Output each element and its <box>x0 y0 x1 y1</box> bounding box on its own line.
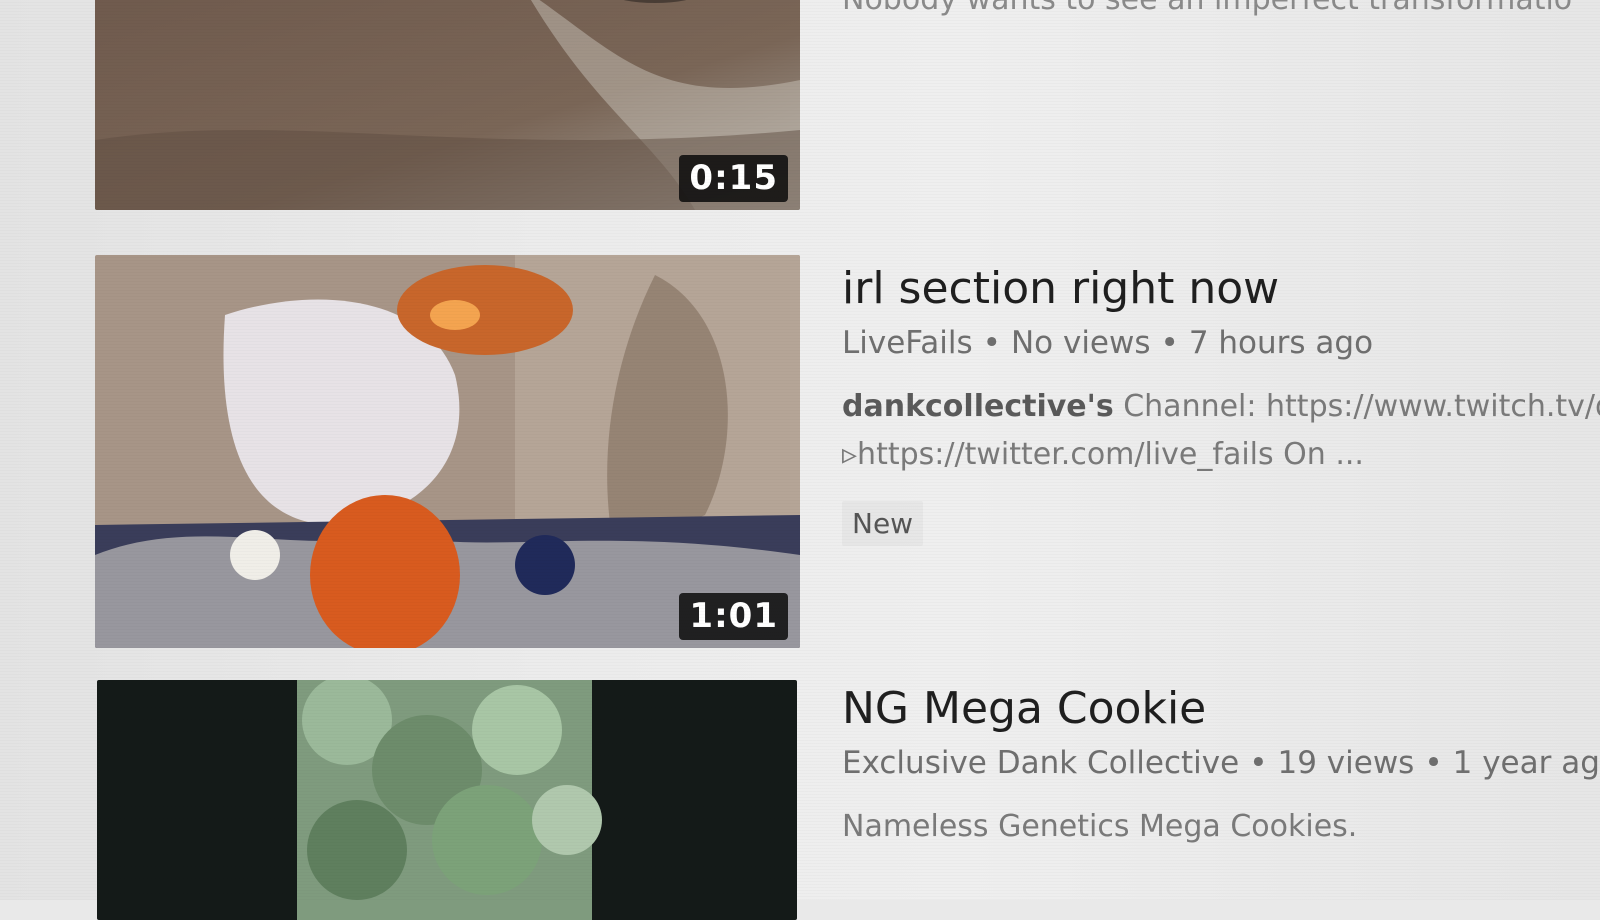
new-badge: New <box>842 501 923 546</box>
duration-badge: 1:01 <box>679 593 788 640</box>
video-result[interactable]: NG Mega Cookie Exclusive Dank Collective… <box>0 680 1600 920</box>
results-page: 0:15 Nobody wants to see an imperfect tr… <box>0 0 1600 920</box>
video-meta: Exclusive Dank Collective • 19 views • 1 yea… <box>842 745 1600 781</box>
video-title[interactable]: NG Mega Cookie <box>842 685 1600 733</box>
description-line: ▹https://twitter.com/live_fails On ... <box>842 437 1364 473</box>
view-count: No views <box>1010 325 1151 362</box>
video-thumbnail[interactable] <box>97 680 797 920</box>
video-thumbnail[interactable]: 0:15 <box>95 0 800 210</box>
upload-age: 1 year ago <box>1452 745 1600 782</box>
description-line: Channel: https://www.twitch.tv/d <box>1113 389 1600 425</box>
video-meta: LiveFails • No views • 7 hours ago <box>842 325 1600 361</box>
meta-separator: • <box>1424 745 1443 782</box>
description-channel: dankcollective's <box>842 389 1114 425</box>
upload-age: 7 hours ago <box>1188 325 1374 362</box>
channel-name[interactable]: Exclusive Dank Collective <box>842 745 1239 781</box>
thumbnail-image <box>95 255 800 648</box>
meta-separator: • <box>1249 745 1268 782</box>
video-result[interactable]: 0:15 Nobody wants to see an imperfect tr… <box>0 0 1600 210</box>
meta-separator: • <box>1160 325 1179 362</box>
video-description: Nobody wants to see an imperfect transfo… <box>842 0 1572 17</box>
video-description: dankcollective's Channel: https://www.tw… <box>842 383 1600 479</box>
video-thumbnail[interactable]: 1:01 <box>95 255 800 648</box>
duration-badge: 0:15 <box>679 155 788 202</box>
video-description: Nameless Genetics Mega Cookies. <box>842 809 1358 845</box>
meta-separator: • <box>982 325 1001 362</box>
view-count: 19 views <box>1277 745 1415 782</box>
video-title[interactable]: irl section right now <box>842 265 1600 313</box>
thumbnail-image <box>97 680 797 920</box>
video-result[interactable]: 1:01 irl section right now LiveFails • No … <box>0 255 1600 650</box>
channel-name[interactable]: LiveFails <box>842 325 973 361</box>
